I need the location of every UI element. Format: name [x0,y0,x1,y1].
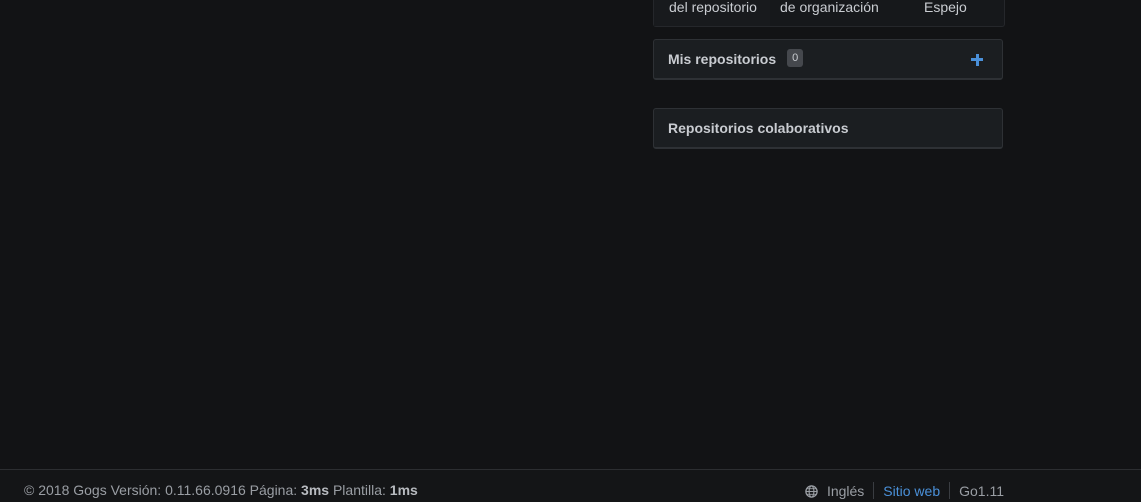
footer-divider [873,482,875,499]
tab-repository[interactable]: del repositorio [654,0,770,26]
template-label: Plantilla: [332,482,386,498]
footer: © 2018 Gogs Versión: 0.11.66.0916 Página… [0,469,1141,502]
collaborative-repositories-panel: Repositorios colaborativos [653,108,1003,149]
footer-divider [949,482,951,499]
globe-icon [805,485,818,498]
footer-links: Inglés Sitio web Go1.11 [805,482,1004,499]
tab-organization-label: de organización [780,0,879,15]
repo-type-tabs: del repositorio de organización Espejo [653,0,1005,27]
go-version: Go1.11 [959,482,1004,499]
footer-copyright: © 2018 Gogs Versión: 0.11.66.0916 Página… [24,482,298,498]
website-link[interactable]: Sitio web [883,483,940,499]
tab-mirror-label: Espejo [924,0,967,15]
tab-mirror[interactable]: Espejo [888,0,1004,26]
tab-repository-label: del repositorio [669,0,757,15]
my-repositories-panel: Mis repositorios 0 [653,39,1003,80]
add-repository-button[interactable] [971,52,985,66]
repo-count-badge: 0 [787,49,804,67]
footer-info: © 2018 Gogs Versión: 0.11.66.0916 Página… [24,482,418,498]
collaborative-repositories-title: Repositorios colaborativos [668,120,849,136]
tab-organization[interactable]: de organización [770,0,888,26]
page: del repositorio de organización Espejo M… [0,0,1141,502]
page-time: 3ms [301,482,330,498]
my-repositories-title: Mis repositorios [668,51,777,67]
language-selector[interactable]: Inglés [827,483,864,499]
template-time: 1ms [389,482,418,498]
